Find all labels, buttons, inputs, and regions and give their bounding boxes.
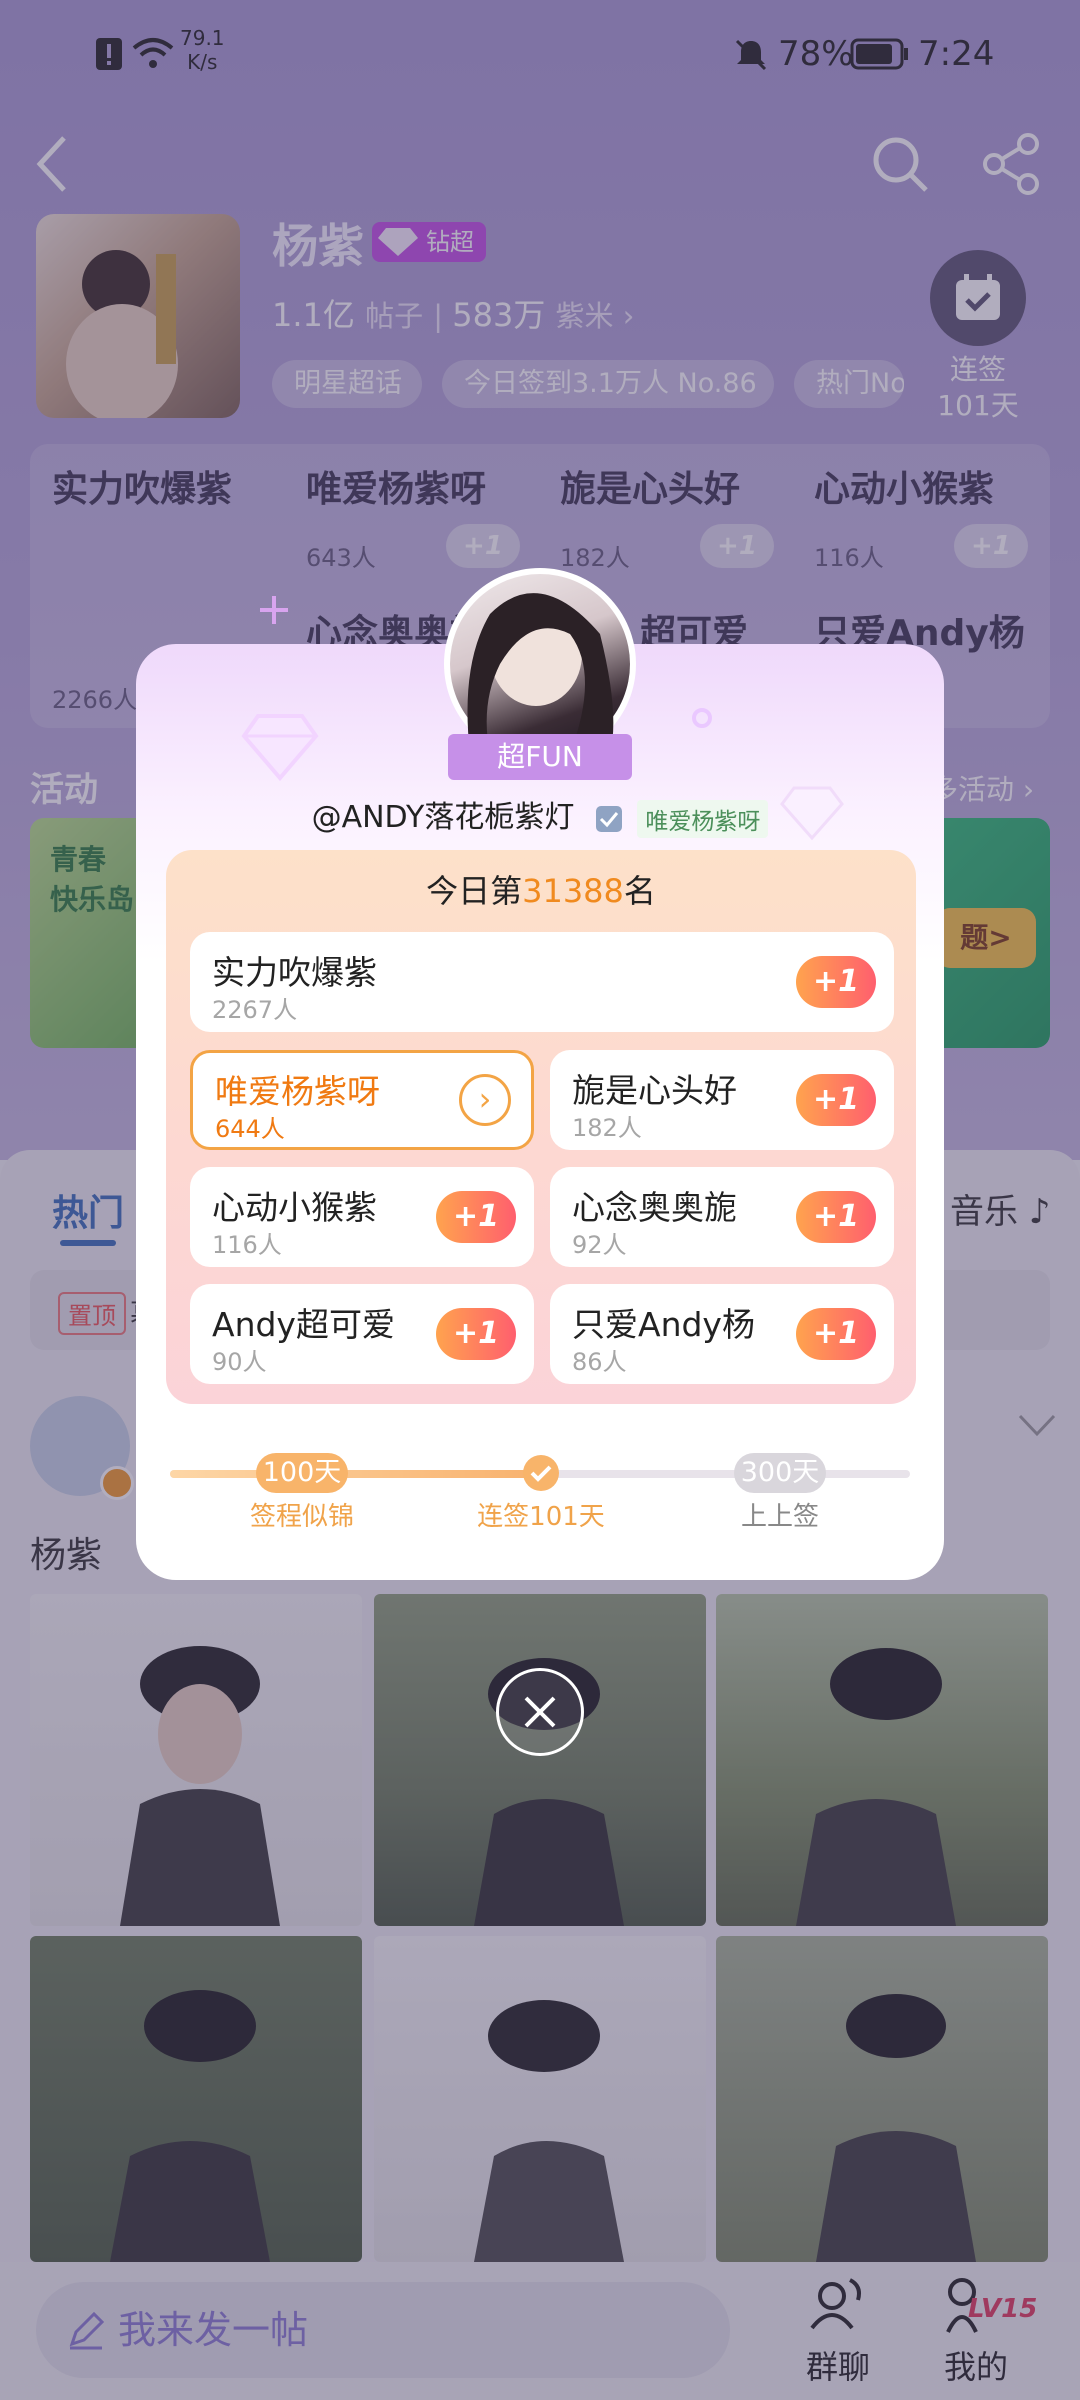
fan-group-card[interactable]: 旎是心头好 182人 +1 — [550, 1050, 894, 1150]
group-count: 92人 — [572, 1231, 627, 1259]
user-avatar-frame — [444, 568, 636, 760]
checkbox-icon — [595, 805, 622, 832]
user-avatar[interactable] — [450, 574, 630, 754]
streak-progress-fill — [170, 1470, 540, 1478]
group-count: 116人 — [212, 1231, 282, 1259]
group-name: 心念奥奥旎 — [572, 1188, 737, 1227]
group-name: 心动小猴紫 — [212, 1188, 377, 1227]
group-name: Andy超可爱 — [212, 1305, 395, 1344]
chevron-right-icon[interactable]: › — [459, 1074, 511, 1126]
group-count: 90人 — [212, 1348, 267, 1376]
group-name: 唯爱杨紫呀 — [215, 1072, 380, 1111]
milestone-check-icon — [523, 1455, 559, 1491]
milestone-100-label: 签程似锦 — [249, 1502, 354, 1532]
group-count: 86人 — [572, 1348, 627, 1376]
user-group-tag: 唯爱杨紫呀 — [637, 799, 769, 838]
close-modal-button[interactable] — [496, 1668, 584, 1756]
fan-group-card[interactable]: 心念奥奥旎 92人 +1 — [550, 1167, 894, 1267]
group-name: 实力吹爆紫 — [212, 953, 377, 992]
fan-group-card[interactable]: 实力吹爆紫 2267人 +1 — [190, 932, 894, 1032]
group-count: 2267人 — [212, 996, 298, 1024]
group-count: 182人 — [572, 1114, 642, 1142]
user-handle-row: @ANDY落花栀紫灯 唯爱杨紫呀 — [150, 792, 930, 838]
fan-group-card[interactable]: Andy超可爱 90人 +1 — [190, 1284, 534, 1384]
fan-group-card[interactable]: 心动小猴紫 116人 +1 — [190, 1167, 534, 1267]
current-streak-label: 连签101天 — [477, 1502, 605, 1532]
group-name: 只爱Andy杨 — [572, 1305, 755, 1344]
plus-one-button[interactable]: +1 — [796, 1191, 876, 1243]
milestone-100: 100天 — [256, 1453, 348, 1493]
plus-one-button[interactable]: +1 — [796, 1308, 876, 1360]
group-count: 644人 — [215, 1115, 285, 1143]
plus-one-button[interactable]: +1 — [796, 1074, 876, 1126]
super-fun-ribbon: 超FUN — [448, 734, 632, 780]
user-handle: @ANDY落花栀紫灯 — [311, 800, 575, 835]
milestone-300: 300天 — [734, 1453, 826, 1493]
today-rank: 今日第31388名 — [426, 872, 656, 910]
milestone-300-label: 上上签 — [740, 1502, 819, 1532]
close-icon — [524, 1696, 556, 1728]
plus-one-button[interactable]: +1 — [436, 1191, 516, 1243]
fan-group-card[interactable]: 只爱Andy杨 86人 +1 — [550, 1284, 894, 1384]
plus-one-button[interactable]: +1 — [796, 956, 876, 1008]
fan-group-card-selected[interactable]: 唯爱杨紫呀 644人 › — [190, 1050, 534, 1150]
decor-diamond-icon — [241, 714, 319, 782]
group-name: 旎是心头好 — [572, 1071, 737, 1110]
plus-one-button[interactable]: +1 — [436, 1308, 516, 1360]
decor-sparkle-icon — [260, 596, 288, 624]
decor-dot-icon — [692, 708, 712, 728]
rank-number: 31388 — [522, 872, 624, 910]
